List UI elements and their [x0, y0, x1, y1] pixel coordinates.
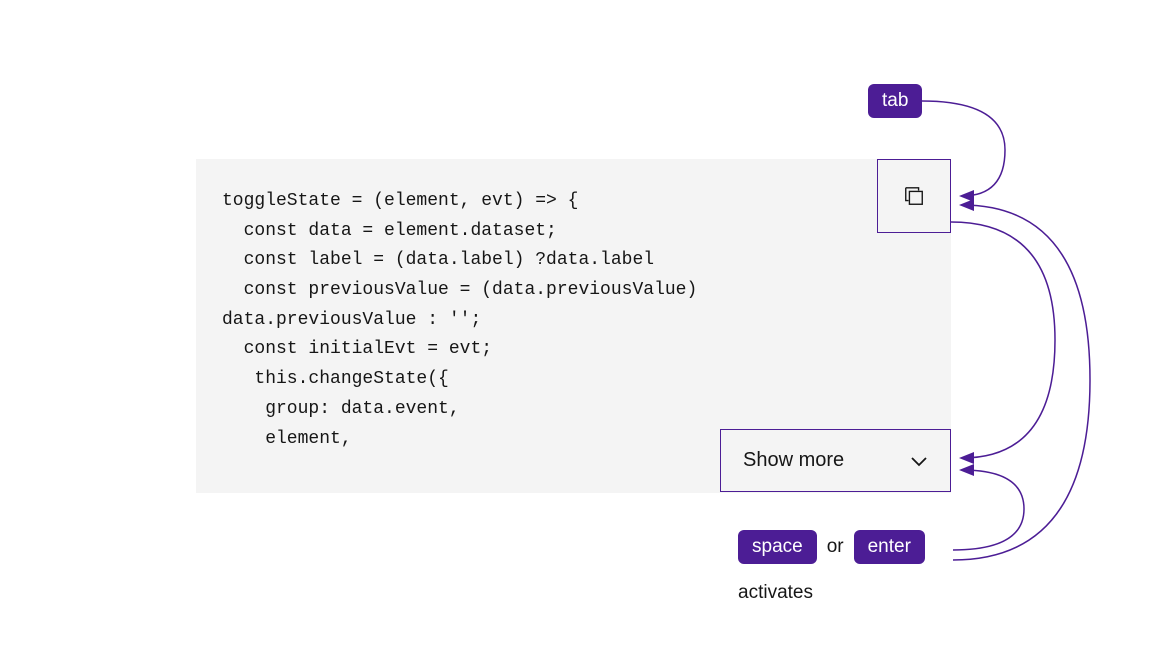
show-more-label: Show more [743, 449, 844, 472]
tab-key-chip: tab [868, 84, 922, 118]
enter-key-chip: enter [854, 530, 925, 564]
activates-label: activates [738, 582, 813, 604]
copy-button[interactable] [877, 159, 951, 233]
show-more-button[interactable]: Show more [720, 429, 951, 492]
space-key-chip: space [738, 530, 817, 564]
copy-icon [903, 185, 925, 207]
chevron-down-icon [910, 455, 928, 467]
or-connector: or [827, 536, 844, 558]
code-content: toggleState = (element, evt) => { const … [222, 187, 925, 454]
activation-keys-row: space or enter [738, 530, 925, 564]
